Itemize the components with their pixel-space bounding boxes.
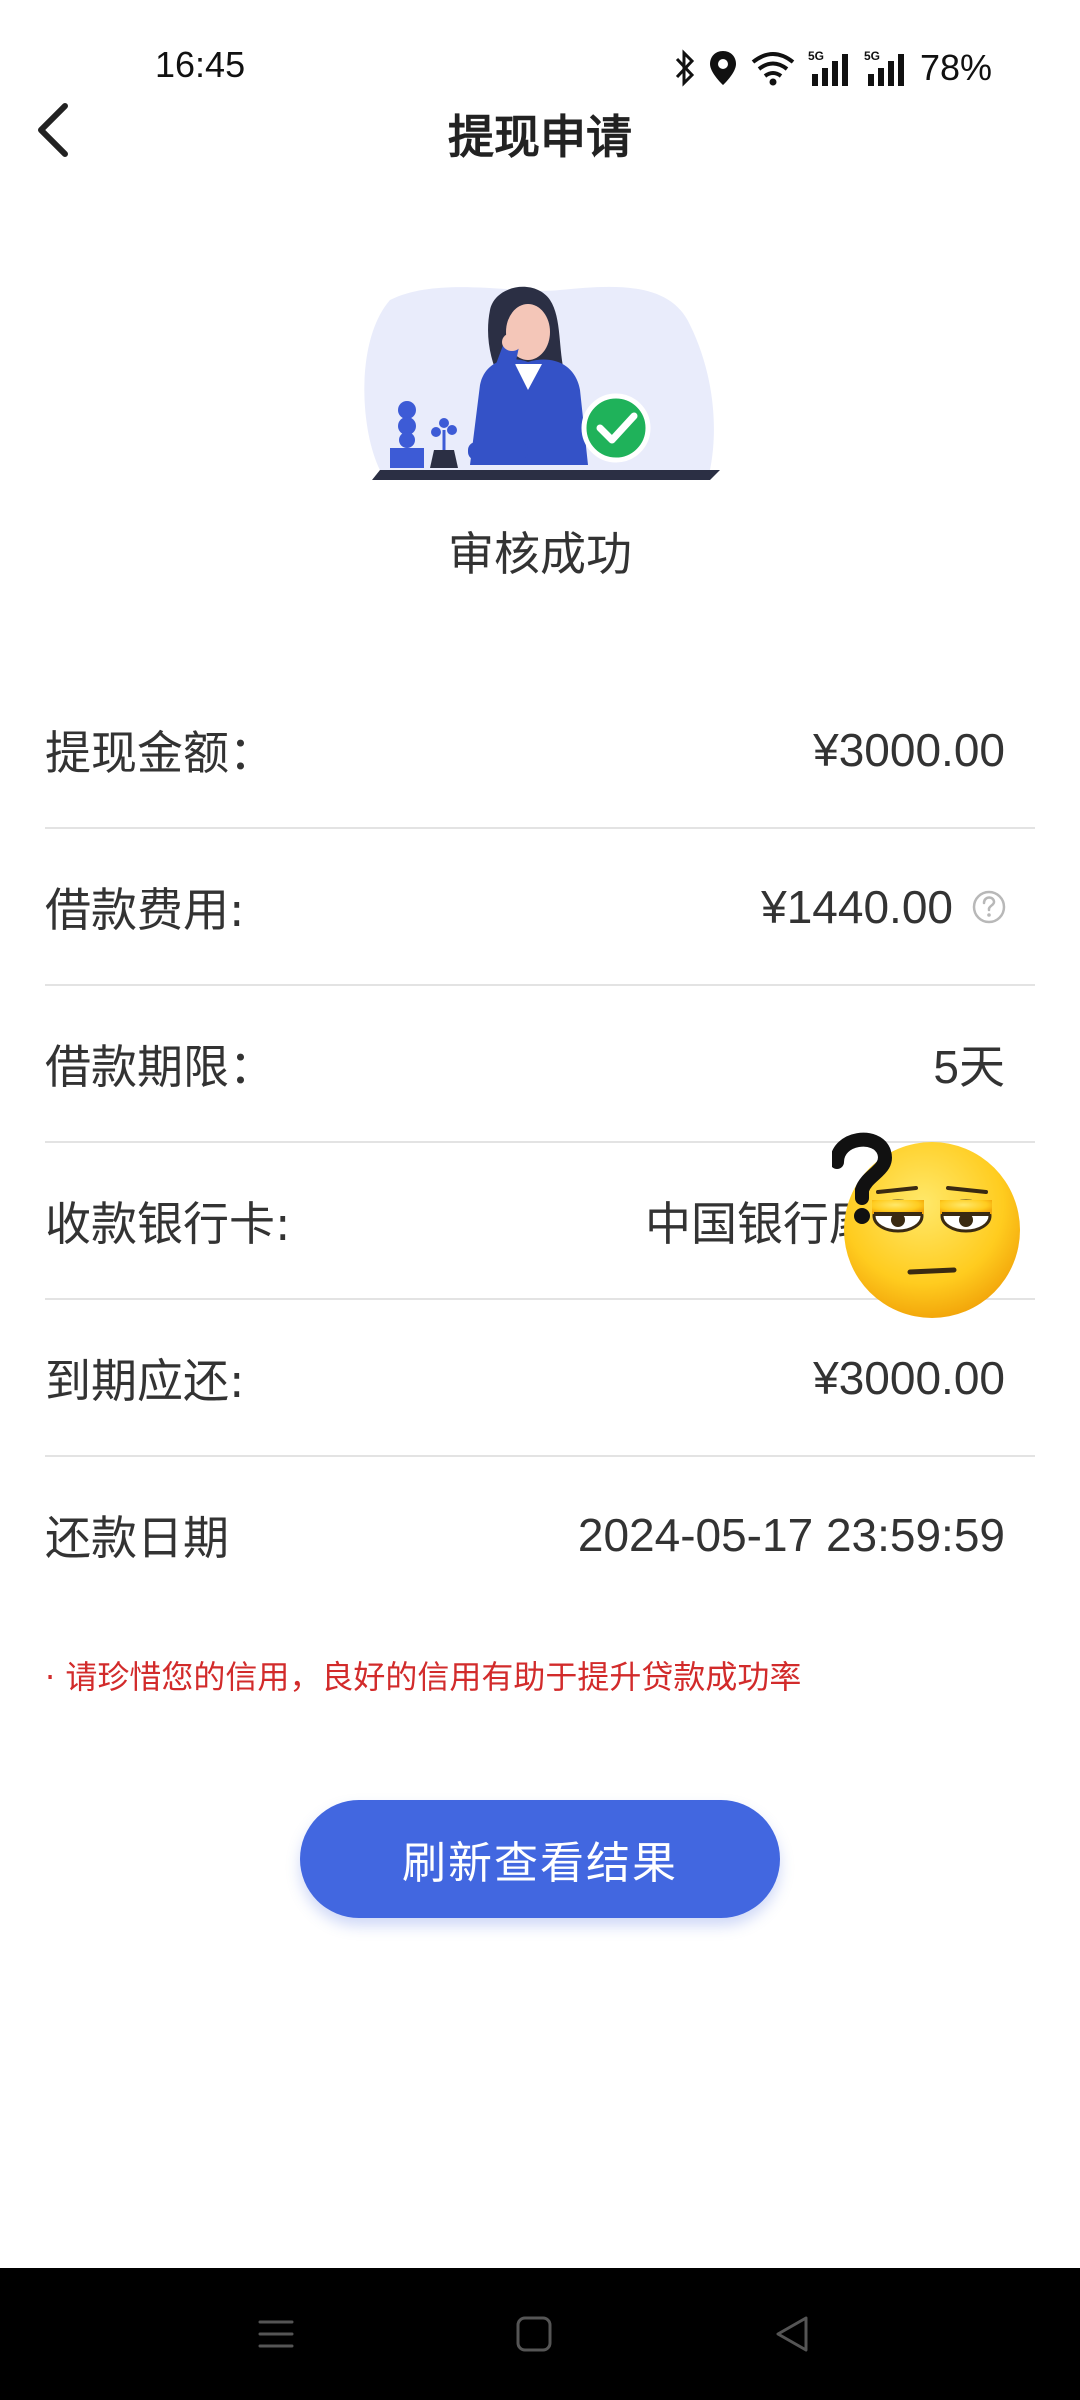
info-label: 借款期限： xyxy=(45,1039,275,1094)
refresh-result-button[interactable]: 刷新查看结果 xyxy=(300,1800,780,1918)
info-value: 5天 xyxy=(933,1040,1005,1093)
home-icon[interactable] xyxy=(512,2312,556,2356)
signal-5g-icon: 5G xyxy=(864,49,904,86)
status-time: 16:45 xyxy=(155,44,246,85)
info-row-term: 借款期限： 5天 xyxy=(45,986,1035,1143)
info-label: 还款日期 xyxy=(45,1510,229,1565)
emoji-eyelid xyxy=(872,1200,924,1214)
info-label: 借款费用: xyxy=(45,882,245,937)
woman-arm-rest xyxy=(468,442,528,460)
success-illustration xyxy=(364,286,720,480)
location-icon xyxy=(709,51,736,85)
plant-leaf xyxy=(439,418,449,428)
info-value: ¥3000.00 xyxy=(813,723,1005,776)
thinking-emoji-sticker xyxy=(832,1132,1020,1318)
emoji-pupil xyxy=(891,1213,905,1227)
info-value: ¥3000.00 xyxy=(813,1351,1005,1404)
menu-icon[interactable] xyxy=(254,2312,298,2356)
svg-text:5G: 5G xyxy=(808,49,824,63)
plant-leaf xyxy=(398,401,416,419)
signal-5g-icon: 5G xyxy=(808,49,848,86)
plant-pot xyxy=(430,450,458,468)
emoji-mouth xyxy=(907,1267,957,1275)
bluetooth-icon xyxy=(675,49,695,87)
wifi-icon xyxy=(751,52,795,86)
info-row-fee: 借款费用: ¥1440.00 xyxy=(45,829,1035,986)
info-label: 到期应还: xyxy=(45,1353,245,1408)
info-row-amount: 提现金额： ¥3000.00 xyxy=(45,672,1035,829)
info-row-repay-date: 还款日期 2024-05-17 23:59:59 xyxy=(45,1457,1035,1612)
back-triangle-icon[interactable] xyxy=(770,2312,814,2356)
svg-text:5G: 5G xyxy=(864,49,880,63)
credit-notice: · 请珍惜您的信用，良好的信用有助于提升贷款成功率 xyxy=(45,1658,802,1696)
info-label: 提现金额： xyxy=(45,725,275,780)
page-title: 提现申请 xyxy=(448,110,632,164)
plant-pot xyxy=(390,448,424,468)
question-mark-dot xyxy=(854,1208,870,1224)
info-value: 2024-05-17 23:59:59 xyxy=(577,1508,1005,1561)
emoji-eyelid xyxy=(940,1200,992,1214)
plant-leaf xyxy=(431,427,441,437)
question-circle-icon[interactable] xyxy=(971,889,1007,925)
system-nav-bar xyxy=(0,2268,1080,2400)
plant-leaf xyxy=(399,432,415,448)
plant-leaf xyxy=(447,425,457,435)
woman-hand xyxy=(502,333,522,351)
info-value: ¥1440.00 xyxy=(761,880,953,933)
result-title: 审核成功 xyxy=(448,527,632,581)
check-badge xyxy=(581,393,651,463)
emoji-pupil xyxy=(959,1213,973,1227)
info-label: 收款银行卡: xyxy=(45,1196,291,1251)
desk xyxy=(372,470,720,480)
nav-bar: 提现申请 xyxy=(0,85,1080,175)
info-row-due-amount: 到期应还: ¥3000.00 xyxy=(45,1300,1035,1457)
battery-text: 78% xyxy=(919,47,992,88)
